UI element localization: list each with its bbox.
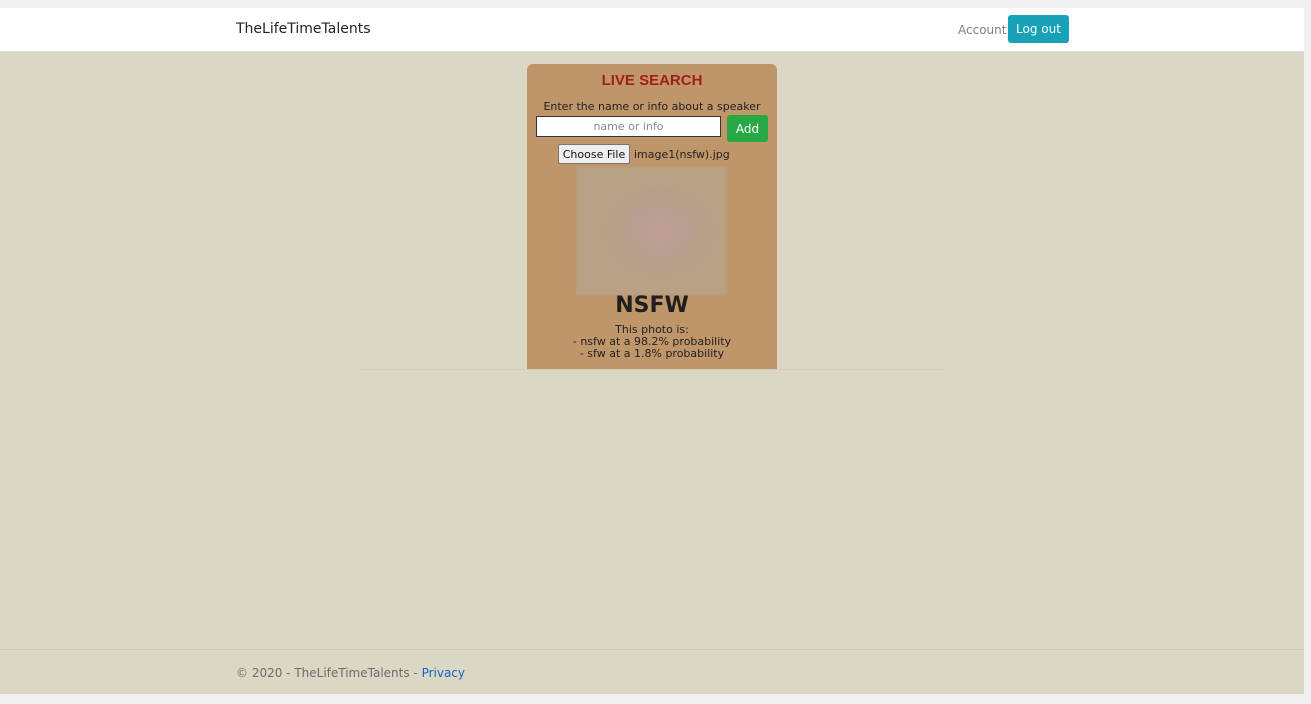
add-button[interactable]: Add (727, 115, 768, 142)
logout-button[interactable]: Log out (1008, 15, 1069, 43)
privacy-link[interactable]: Privacy (422, 666, 465, 680)
scrollbar-gutter (1304, 0, 1311, 704)
footer-copyright: © 2020 - TheLifeTimeTalents - (236, 666, 422, 680)
brand-link[interactable]: TheLifeTimeTalents (236, 21, 371, 37)
image-preview (576, 167, 726, 295)
selected-file-name: image1(nsfw).jpg (634, 148, 730, 161)
search-input[interactable] (536, 116, 721, 137)
footer: © 2020 - TheLifeTimeTalents - Privacy (236, 666, 465, 680)
page: TheLifeTimeTalents Account Log out LIVE … (0, 8, 1304, 694)
navbar: TheLifeTimeTalents Account Log out (0, 8, 1304, 52)
search-description: Enter the name or info about a speaker (543, 100, 761, 113)
classification-verdict: NSFW (615, 293, 689, 318)
choose-file-button[interactable]: Choose File (558, 144, 630, 164)
live-search-title: LIVE SEARCH (601, 72, 703, 89)
content-divider (360, 369, 945, 370)
footer-divider (0, 649, 1304, 650)
result-sfw-line: - sfw at a 1.8% probability (579, 347, 725, 360)
classification-details: This photo is: - nsfw at a 98.2% probabi… (527, 324, 777, 360)
live-search-card: LIVE SEARCH Enter the name or info about… (527, 64, 777, 369)
account-link[interactable]: Account (958, 23, 1006, 37)
